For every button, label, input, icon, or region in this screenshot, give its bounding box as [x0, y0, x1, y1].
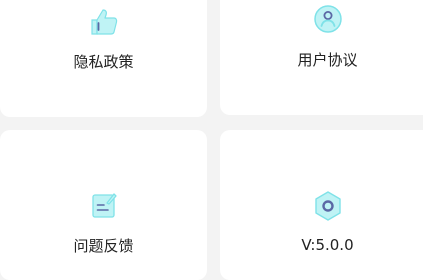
version-card: V:5.0.0 [220, 130, 423, 280]
thumbs-up-icon [88, 6, 120, 38]
user-agreement-label: 用户协议 [297, 51, 358, 69]
user-circle-icon [312, 3, 344, 35]
feedback-label: 问题反馈 [73, 237, 134, 255]
feedback-card[interactable]: 问题反馈 [0, 130, 207, 280]
privacy-policy-card[interactable]: 隐私政策 [0, 0, 207, 117]
hexagon-icon [312, 190, 344, 222]
edit-note-icon [88, 190, 120, 222]
version-label: V:5.0.0 [301, 236, 354, 254]
user-agreement-card[interactable]: 用户协议 [220, 0, 423, 115]
privacy-policy-label: 隐私政策 [73, 53, 134, 71]
